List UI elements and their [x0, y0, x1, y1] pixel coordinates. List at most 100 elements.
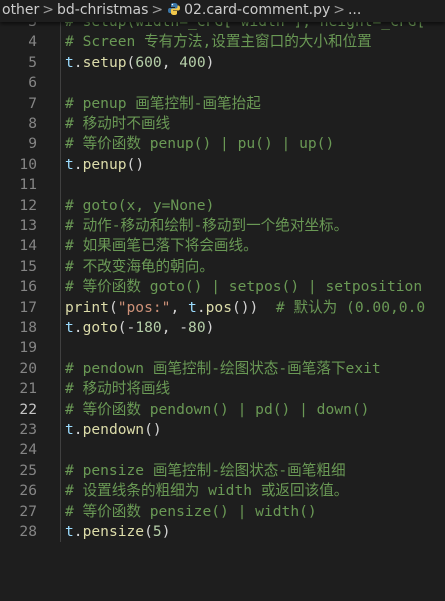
code-line[interactable]: 10 t.penup() [0, 154, 445, 176]
code-text: t.pensize(5) [65, 522, 171, 542]
indent-guide [60, 318, 61, 339]
code-line[interactable]: 8 # 移动时不画线 [0, 114, 445, 135]
code-line[interactable]: 4 # Screen 专有方法,设置主窗口的大小和位置 [0, 32, 445, 53]
code-line[interactable]: 23 t.pendown() [0, 420, 445, 441]
indent-guide [60, 522, 61, 543]
code-line[interactable]: 14 # 如果画笔已落下将会画线。 [0, 236, 445, 257]
line-number: 6 [28, 74, 37, 92]
code-line[interactable]: 3 # setup(width=_CFG["width"], height=_CF… [0, 22, 445, 33]
code-token: setup [82, 53, 127, 71]
code-token: pensize [82, 523, 145, 540]
line-number: 15 [19, 257, 37, 275]
indent-guide [60, 154, 61, 176]
breadcrumb: other > bd-christmas >02.card-comment.py >..… [0, 0, 445, 22]
code-line[interactable]: 27 # 等价函数 pensize() | width() [0, 501, 445, 522]
code-line[interactable]: 16 # 等价函数 goto() | setpos() | setposition [0, 277, 445, 298]
code-token: 180 [135, 319, 162, 336]
breadcrumb-item-file[interactable]: 02.card-comment.py [184, 0, 330, 20]
line-number: 4 [28, 33, 37, 51]
code-line[interactable]: 20 # pendown 画笔控制-绘图状态-画笔落下exit [0, 358, 445, 380]
indent-guide [60, 338, 61, 359]
indent-guide [60, 175, 61, 196]
code-line[interactable]: 7 # penup 画笔控制-画笔抬起 [0, 93, 445, 114]
breadcrumb-item-other[interactable]: other [2, 0, 39, 20]
code-text: # 不改变海龟的朝向。 [65, 257, 214, 277]
code-line[interactable]: 6 [0, 73, 445, 94]
line-number: 24 [19, 441, 37, 459]
breadcrumb-item-folder[interactable]: bd-christmas [57, 0, 148, 20]
line-number: 9 [28, 135, 37, 153]
code-token: , [161, 53, 180, 71]
code-token: ( [108, 298, 118, 316]
code-token: , - [161, 319, 189, 336]
code-token: t [65, 319, 74, 336]
code-token: # 移动时不画线 [65, 115, 171, 132]
line-number: 27 [19, 502, 37, 520]
indent-guide [60, 256, 61, 278]
indent-guide [60, 440, 61, 461]
code-token: # penup 画笔控制-画笔抬起 [65, 94, 261, 112]
code-line[interactable]: 17 print("pos:", t.pos()) # 默认为 (0.00,0.0 [0, 297, 445, 318]
code-token: . [73, 421, 83, 438]
code-line[interactable]: 5 t.setup(600, 400) [0, 52, 445, 74]
line-number: 23 [19, 421, 37, 438]
code-line[interactable]: 11 [0, 175, 445, 196]
line-number: 17 [19, 298, 37, 316]
code-line[interactable]: 28 t.pensize(5) [0, 522, 445, 543]
code-line[interactable]: 15 # 不改变海龟的朝向。 [0, 256, 445, 278]
code-line[interactable]: 25 # pensize 画笔控制-绘图状态-画笔粗细 [0, 460, 445, 482]
line-number: 14 [19, 237, 37, 255]
code-token: pos [205, 298, 232, 316]
code-token: ( [126, 53, 136, 71]
code-line[interactable]: 12 # goto(x, y=None) [0, 195, 445, 216]
code-text: # penup 画笔控制-画笔抬起 [65, 94, 261, 114]
code-token: # 设置线条的粗细为 width 或返回该值。 [65, 482, 349, 500]
line-number: 28 [19, 523, 37, 540]
indent-guide [60, 236, 61, 257]
code-token: # 移动时将画线 [65, 380, 171, 398]
code-line[interactable]: 13 # 动作-移动和绘制-移动到一个绝对坐标。 [0, 216, 445, 237]
code-token: 600 [135, 53, 162, 71]
code-text: # 移动时将画线 [65, 379, 170, 399]
code-text: # pendown 画笔控制-绘图状态-画笔落下exit [65, 359, 381, 379]
code-line[interactable]: 21 # 移动时将画线 [0, 379, 445, 400]
code-line[interactable]: 24 [0, 440, 445, 461]
code-text: # 如果画笔已落下将会画线。 [65, 236, 258, 256]
code-token: # goto(x, y=None) [65, 196, 215, 214]
code-text: # Screen 专有方法,设置主窗口的大小和位置 [65, 32, 372, 52]
code-line[interactable]: 19 [0, 338, 445, 359]
code-line[interactable]: 26 # 设置线条的粗细为 width 或返回该值。 [0, 481, 445, 502]
code-token: ()) [231, 298, 276, 316]
code-text: # goto(x, y=None) [65, 196, 214, 216]
code-line[interactable]: 9 # 等价函数 penup() | pu() | up() [0, 134, 445, 155]
code-token: # 动作-移动和绘制-移动到一个绝对坐标。 [65, 217, 349, 234]
code-line[interactable]: 22 # 等价函数 pendown() | pd() | down() [0, 399, 445, 420]
code-text: # 动作-移动和绘制-移动到一个绝对坐标。 [65, 216, 348, 236]
breadcrumb-separator: > [333, 2, 345, 18]
code-token: . [196, 298, 206, 316]
line-number: 22 [19, 400, 37, 418]
indent-guide [60, 195, 61, 216]
code-line[interactable]: 18 t.goto(-180, -80) [0, 318, 445, 339]
code-editor[interactable]: 3 # setup(width=_CFG["width"], height=_CF… [0, 22, 445, 601]
code-token: penup [82, 155, 127, 173]
code-token: # 等价函数 pensize() | width() [65, 502, 317, 520]
line-number: 11 [19, 176, 37, 194]
code-token: # 默认为 (0.00,0.0 [275, 298, 426, 316]
code-token: # 如果画笔已落下将会画线。 [65, 237, 258, 255]
code-token: pendown [82, 421, 145, 438]
breadcrumb-separator: > [42, 2, 55, 18]
code-token: t [65, 155, 74, 173]
code-text: t.goto(-180, -80) [65, 318, 214, 338]
code-token: . [73, 319, 83, 336]
code-token: () [126, 155, 145, 173]
line-number: 16 [19, 278, 37, 296]
code-text: # 等价函数 penup() | pu() | up() [65, 134, 334, 154]
line-number: 19 [19, 339, 37, 357]
code-token: ( [144, 523, 153, 540]
code-token: # 等价函数 pendown() | pd() | down() [65, 400, 370, 418]
code-token: "pos:" [117, 298, 171, 316]
code-token: 400 [179, 53, 206, 71]
breadcrumb-item-symbol[interactable]: ... [348, 0, 361, 20]
indent-guide [60, 52, 61, 74]
